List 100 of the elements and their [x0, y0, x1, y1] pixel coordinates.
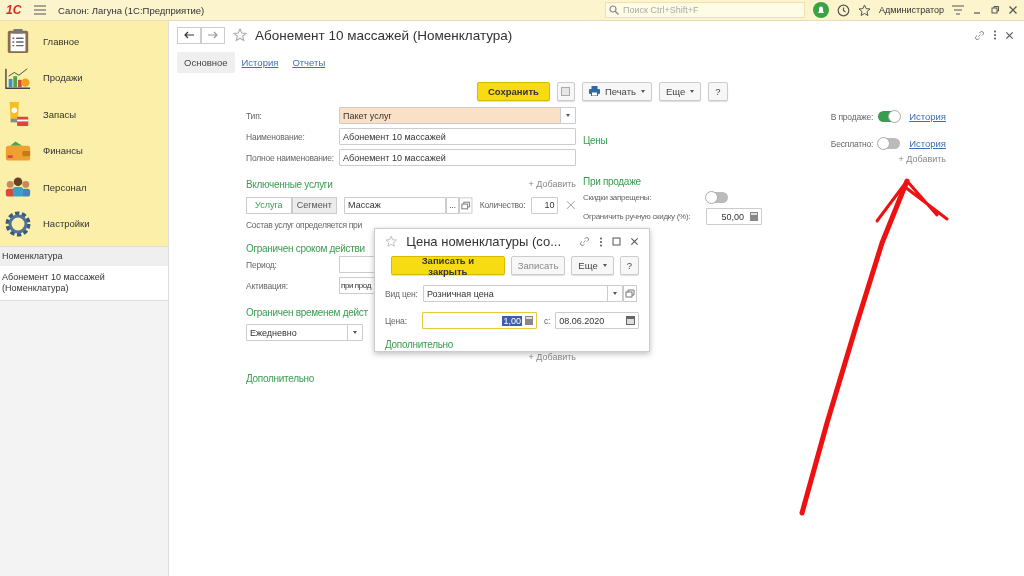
star-icon[interactable] — [858, 3, 872, 17]
field-label: В продаже: — [830, 111, 874, 122]
section-item[interactable]: Персонал — [0, 169, 168, 206]
section-heading: Включенные услуги — [246, 178, 333, 190]
add-link[interactable]: + Добавить — [528, 352, 576, 362]
help-button[interactable]: ? — [708, 81, 728, 101]
hint-text: Состав услуг определяется при — [246, 220, 362, 230]
history-icon[interactable] — [837, 3, 851, 17]
dialog-title: Цена номенклатуры (со... — [406, 234, 561, 249]
close-icon[interactable] — [1008, 5, 1018, 15]
date-field[interactable]: 08.06.2020 — [555, 312, 639, 329]
restore-icon[interactable] — [990, 5, 1000, 15]
field-label: с: — [543, 315, 551, 326]
toggle-switch[interactable] — [878, 138, 901, 149]
bell-icon[interactable] — [813, 2, 830, 18]
field-label: Период: — [246, 259, 278, 270]
calculator-icon[interactable] — [524, 316, 533, 325]
tab[interactable]: История — [234, 51, 286, 73]
section-item[interactable]: Финансы — [0, 132, 168, 169]
arrow-left-icon — [184, 31, 194, 39]
star-icon[interactable] — [233, 28, 247, 42]
field-label: Бесплатно: — [830, 138, 874, 149]
gear-icon — [5, 210, 31, 237]
open-icon[interactable] — [459, 196, 473, 214]
open-window-item[interactable]: Абонемент 10 массажей (Номенклатура) — [0, 266, 168, 301]
activation-field[interactable]: при прод — [339, 277, 374, 294]
mode-toggle[interactable]: Сегмент — [291, 196, 338, 214]
forward-button[interactable] — [201, 26, 225, 44]
schedule-select[interactable]: Ежедневно — [246, 324, 363, 341]
search-field[interactable]: Поиск Ctrl+Shift+F — [605, 2, 806, 18]
type-select[interactable]: Пакет услуг — [339, 107, 576, 124]
section-heading: Ограничен временем дейст — [246, 306, 368, 318]
tab[interactable]: Отчеты — [285, 51, 333, 73]
dialog-button[interactable]: ? — [619, 256, 639, 275]
toggle-switch[interactable] — [878, 111, 901, 122]
service-field[interactable]: Массаж — [344, 196, 446, 214]
field-label: Цена: — [385, 315, 408, 326]
close-icon[interactable] — [630, 237, 639, 246]
add-link[interactable]: + Добавить — [528, 179, 576, 189]
field-label: Тип: — [246, 110, 263, 121]
history-link[interactable]: История — [909, 111, 946, 122]
link-icon[interactable] — [579, 236, 590, 247]
quantity-label: Количество: — [479, 200, 526, 210]
field-label: Активация: — [246, 280, 289, 291]
calculator-icon[interactable] — [750, 212, 758, 221]
more-button[interactable]: Еще — [571, 256, 614, 275]
price-field[interactable]: 1,00 — [422, 312, 537, 329]
maximize-icon[interactable] — [612, 237, 621, 246]
open-icon[interactable] — [623, 285, 637, 302]
name-field[interactable]: Абонемент 10 массажей — [339, 128, 576, 145]
menu-icon[interactable] — [34, 5, 46, 15]
section-item[interactable]: Главное — [0, 23, 168, 60]
arrow-right-icon — [208, 31, 218, 39]
history-link[interactable]: История — [909, 138, 946, 149]
back-button[interactable] — [177, 26, 201, 44]
dialog-button[interactable]: Записать — [510, 256, 566, 275]
calendar-icon[interactable] — [626, 316, 635, 325]
period-field[interactable] — [339, 256, 374, 273]
section-item[interactable]: Настройки — [0, 205, 168, 242]
save-close-button[interactable]: Записать и закрыть — [391, 256, 505, 275]
star-icon[interactable] — [385, 235, 398, 248]
field-label: Полное наименование: — [246, 152, 335, 163]
save-button[interactable]: Сохранить — [477, 81, 550, 101]
section-heading[interactable]: Дополнительно — [385, 339, 639, 350]
clear-icon[interactable] — [566, 200, 576, 210]
field-label: Ограничить ручную скидку (%): — [583, 212, 692, 221]
printer-icon — [588, 86, 600, 96]
panel-header: Номенклатура — [0, 246, 168, 266]
field-label: Скидки запрещены: — [583, 193, 653, 202]
square-icon — [561, 86, 571, 96]
close-icon[interactable] — [1005, 30, 1014, 40]
section-heading: Цены — [583, 135, 609, 146]
name-field[interactable]: Абонемент 10 массажей — [339, 149, 576, 166]
section-heading[interactable]: Дополнительно — [246, 373, 576, 384]
print-button[interactable]: Печать — [581, 81, 652, 101]
more-icon[interactable] — [599, 236, 603, 247]
clipboard-icon — [5, 28, 31, 55]
section-item[interactable]: Запасы — [0, 96, 168, 133]
app-logo[interactable]: 1С — [6, 3, 26, 17]
section-heading: При продаже — [583, 176, 642, 187]
mode-toggle[interactable]: Услуга — [246, 196, 292, 214]
icon-button[interactable] — [556, 81, 575, 101]
toggle-switch[interactable] — [706, 192, 728, 203]
app-title: Салон: Лагуна (1С:Предприятие) — [58, 4, 205, 16]
settings-menu-icon[interactable] — [952, 5, 964, 15]
add-link[interactable]: + Добавить — [898, 154, 946, 164]
field-label: Наименование: — [246, 131, 306, 142]
section-item[interactable]: Продажи — [0, 59, 168, 96]
more-icon[interactable] — [993, 30, 997, 40]
tab[interactable]: Основное — [177, 51, 235, 73]
field-label: Вид цен: — [385, 288, 419, 299]
discount-field[interactable]: 50,00 — [706, 208, 762, 225]
link-icon[interactable] — [974, 29, 985, 41]
price-type-select[interactable]: Розничная цена — [423, 285, 623, 302]
quantity-field[interactable]: 10 — [530, 196, 559, 214]
more-button[interactable]: Еще — [659, 81, 702, 101]
user-name[interactable]: Администратор — [879, 5, 944, 15]
section-heading: Ограничен сроком действи — [246, 242, 365, 254]
form-title: Абонемент 10 массажей (Номенклатура) — [255, 27, 513, 43]
search-icon — [609, 5, 620, 15]
